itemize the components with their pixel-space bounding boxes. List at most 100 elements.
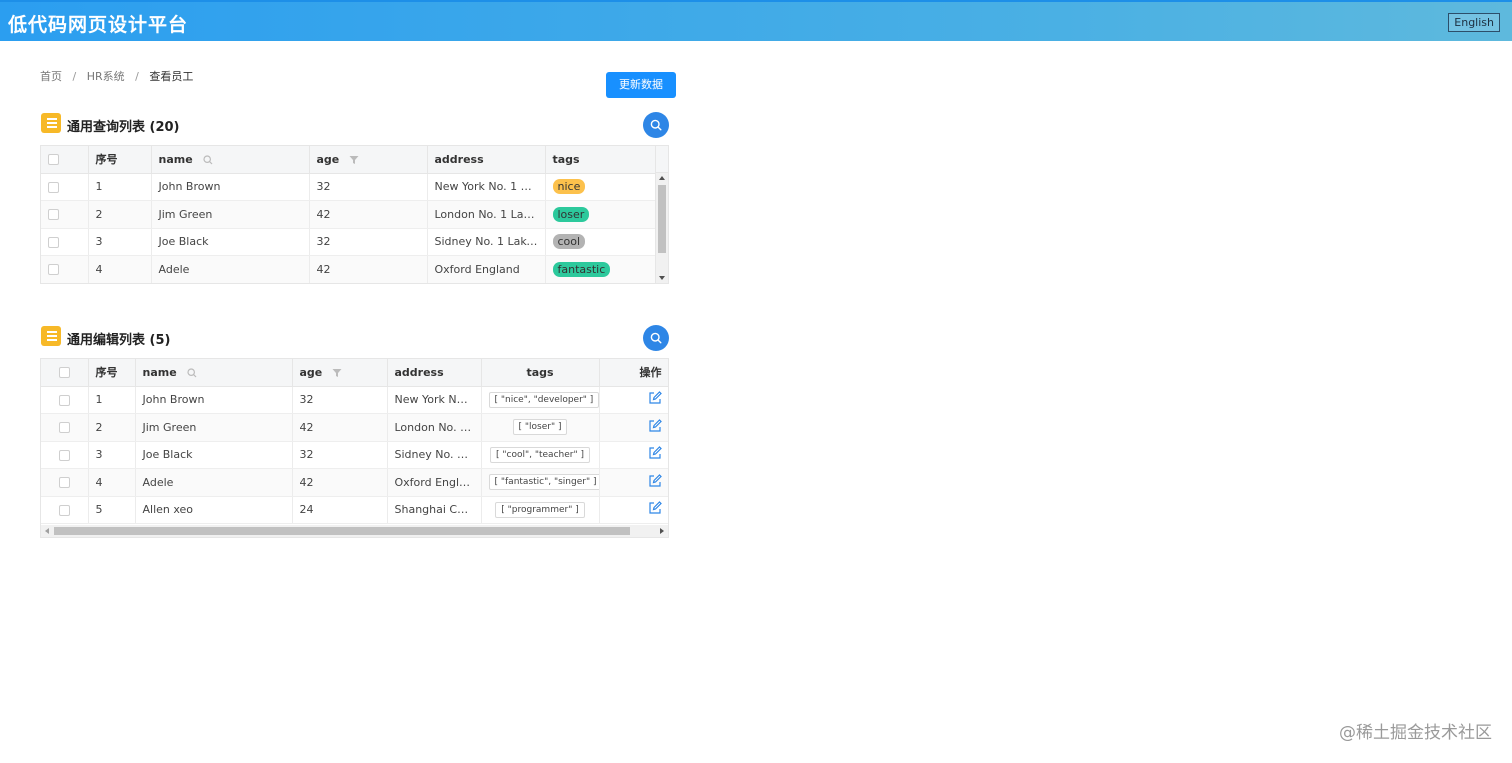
breadcrumb-home[interactable]: 首页 (40, 70, 62, 83)
filter-icon[interactable] (349, 155, 359, 165)
row-checkbox[interactable] (58, 394, 70, 406)
cell-tags: [ "cool", "teacher" ] (481, 441, 600, 469)
query-table: 序号 name age address tags 1 John Brown 32… (40, 145, 669, 284)
breadcrumb-separator: / (72, 70, 77, 83)
row-checkbox[interactable] (48, 264, 59, 276)
tags-code-badge: [ "programmer" ] (495, 501, 585, 518)
cell-index: 3 (88, 441, 136, 469)
cell-index: 4 (88, 255, 152, 283)
edit-icon[interactable] (648, 418, 662, 433)
table-row[interactable]: 3 Joe Black 32 Sidney No. 1 L... [ "cool… (41, 441, 668, 469)
scrollbar-thumb[interactable] (54, 527, 630, 535)
column-header-tags: tags (481, 359, 600, 387)
column-header-name[interactable]: name (135, 359, 293, 387)
breadcrumb-separator: / (135, 70, 139, 83)
select-all-checkbox[interactable] (48, 154, 59, 166)
cell-actions (599, 413, 668, 442)
cell-address: Oxford England (387, 468, 482, 497)
row-checkbox-cell (41, 200, 89, 229)
select-all-header (41, 146, 89, 174)
cell-index: 1 (88, 173, 152, 201)
tags-code-badge: [ "fantastic", "singer" ] (488, 474, 598, 491)
select-all-header (41, 359, 89, 387)
cell-name: John Brown (135, 386, 293, 414)
cell-address: Sidney No. 1 L... (387, 441, 482, 469)
tag-badge: loser (552, 206, 590, 222)
cell-age: 32 (309, 228, 428, 256)
update-data-button[interactable]: 更新数据 (606, 72, 676, 98)
row-checkbox[interactable] (48, 236, 59, 248)
table-row[interactable]: 1 John Brown 32 New York No. 1 La... nic… (41, 173, 657, 201)
table-row[interactable]: 5 Allen xeo 24 Shanghai China [ "program… (41, 496, 668, 524)
column-header-address: address (427, 146, 546, 174)
table-row[interactable]: 4 Adele 42 Oxford England [ "fantastic",… (41, 468, 668, 497)
tag-badge: nice (552, 179, 586, 195)
app-title: 低代码网页设计平台 (8, 14, 189, 36)
language-button[interactable]: English (1448, 13, 1500, 32)
cell-tags: [ "fantastic", "singer" ] (481, 468, 600, 497)
cell-index: 5 (88, 496, 136, 524)
column-header-age[interactable]: age (292, 359, 388, 387)
cell-address: New York No. 1 La... (427, 173, 546, 201)
cell-name: Allen xeo (135, 496, 293, 524)
filter-icon[interactable] (332, 368, 342, 378)
table-row[interactable]: 1 John Brown 32 New York No. ... [ "nice… (41, 386, 668, 414)
row-checkbox[interactable] (58, 504, 70, 516)
column-header-age-label: age (299, 365, 323, 379)
row-checkbox-cell (41, 413, 89, 442)
edit-icon[interactable] (648, 446, 662, 460)
cell-name: Joe Black (151, 228, 310, 256)
row-checkbox[interactable] (48, 209, 59, 221)
tag-badge: cool (552, 234, 586, 250)
table-row[interactable]: 3 Joe Black 32 Sidney No. 1 Lake ... coo… (41, 228, 657, 256)
scroll-left-arrow-icon[interactable] (45, 528, 49, 534)
horizontal-scrollbar[interactable] (41, 525, 668, 537)
search-icon[interactable] (186, 368, 197, 378)
cell-index: 1 (88, 386, 136, 414)
top-bar: 低代码网页设计平台 English (0, 0, 1512, 41)
cell-age: 42 (309, 200, 428, 229)
vertical-scrollbar[interactable] (655, 173, 668, 283)
breadcrumb-hr-system[interactable]: HR系统 (87, 70, 125, 83)
row-checkbox[interactable] (58, 449, 70, 461)
scrollbar-thumb[interactable] (658, 185, 666, 253)
table-row[interactable]: 2 Jim Green 42 London No. 1 ... [ "loser… (41, 413, 668, 442)
column-header-actions: 操作 (599, 359, 668, 387)
edit-icon[interactable] (648, 501, 662, 515)
edit-list-header: 通用编辑列表 (5) (41, 325, 669, 351)
row-checkbox-cell (41, 496, 89, 524)
column-header-name-label: name (158, 152, 193, 166)
row-checkbox[interactable] (58, 422, 70, 434)
row-checkbox[interactable] (48, 181, 59, 193)
scroll-up-arrow-icon[interactable] (659, 176, 665, 180)
column-header-address: address (387, 359, 482, 387)
scrollbar-corner (655, 146, 668, 173)
search-icon[interactable] (202, 155, 213, 165)
row-checkbox-cell (41, 173, 89, 201)
column-header-tags: tags (545, 146, 657, 174)
cell-tags: [ "programmer" ] (481, 496, 600, 524)
search-icon (650, 332, 662, 344)
cell-index: 3 (88, 228, 152, 256)
list-icon (41, 326, 61, 346)
column-header-age-label: age (316, 152, 340, 166)
query-search-button[interactable] (643, 112, 669, 138)
column-header-age[interactable]: age (309, 146, 428, 174)
tags-code-badge: [ "loser" ] (512, 419, 568, 436)
edit-icon[interactable] (648, 473, 662, 488)
cell-tags: [ "loser" ] (481, 413, 600, 442)
column-header-name[interactable]: name (151, 146, 310, 174)
edit-icon[interactable] (648, 391, 662, 405)
row-checkbox-cell (41, 386, 89, 414)
query-list-title: 通用查询列表 (20) (67, 120, 180, 135)
select-all-checkbox[interactable] (58, 367, 70, 379)
scroll-right-arrow-icon[interactable] (660, 528, 664, 534)
edit-search-button[interactable] (643, 325, 669, 351)
table-row[interactable]: 2 Jim Green 42 London No. 1 Lake... lose… (41, 200, 657, 229)
table-row[interactable]: 4 Adele 42 Oxford England fantastic (41, 255, 657, 283)
row-checkbox[interactable] (58, 477, 70, 489)
tags-code-badge: [ "nice", "developer" ] (488, 391, 598, 408)
scroll-down-arrow-icon[interactable] (659, 276, 665, 280)
row-checkbox-cell (41, 441, 89, 469)
cell-address: Sidney No. 1 Lake ... (427, 228, 546, 256)
